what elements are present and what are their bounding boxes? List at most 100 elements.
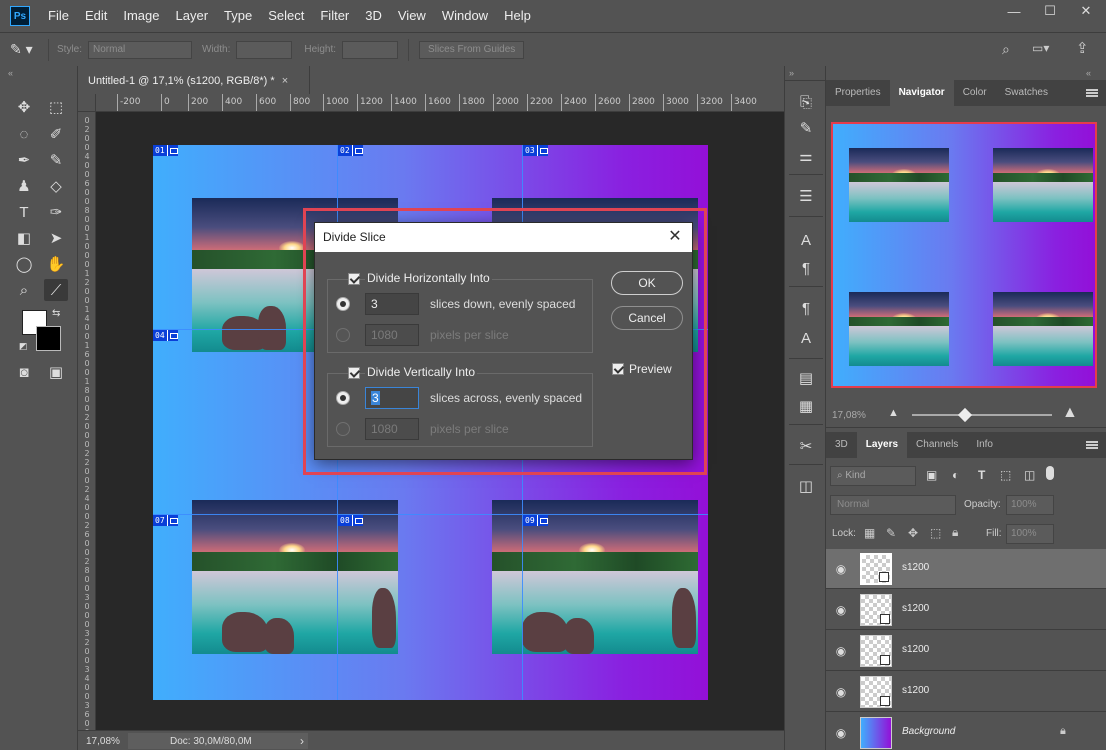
tool-presets-icon[interactable]: ✂ [794,436,818,456]
share-icon[interactable]: ⇪ [1076,39,1089,57]
menu-help[interactable]: Help [496,0,539,32]
move-tool-icon[interactable]: ✥ [12,96,36,118]
collapse-icon[interactable]: « [8,68,13,78]
quick-mask-icon[interactable]: ◙ [12,361,36,383]
layer-row[interactable]: ◉ s1200 [826,672,1106,712]
eraser-tool-icon[interactable]: ◇ [44,175,68,197]
zoom-out-icon[interactable]: ▲ [888,407,899,419]
navigator-preview[interactable] [831,122,1097,388]
ruler-origin[interactable] [78,94,96,112]
filter-shape-icon[interactable]: ⬚ [1000,468,1011,482]
marquee-tool-icon[interactable]: ⬚ [44,96,68,118]
pen-tool-icon[interactable]: ✑ [44,201,68,223]
style-select[interactable]: Normal [88,40,193,59]
brush-tool-icon[interactable]: ✎ [44,149,68,171]
document-tab[interactable]: Untitled-1 @ 17,1% (s1200, RGB/8*) * × [78,66,310,94]
slice-tag[interactable]: 04 [153,330,178,341]
lock-pixels-icon[interactable]: ✎ [886,526,896,540]
panel-menu-icon[interactable] [1086,89,1098,97]
slice-tag[interactable]: 09 [523,515,548,526]
layer-row[interactable]: ◉ Background 🔒︎ [826,713,1106,750]
tab-navigator[interactable]: Navigator [889,80,954,106]
character-icon[interactable]: A [794,230,818,250]
vertical-ruler[interactable]: 0200400600800100012001400160018002000220… [78,112,96,730]
menu-view[interactable]: View [390,0,434,32]
width-field[interactable] [236,40,293,59]
search-icon[interactable]: ⌕ [1002,41,1010,58]
menu-3d[interactable]: 3D [357,0,390,32]
slice-tag[interactable]: 02 [338,145,363,156]
slice-tag[interactable]: 01 [153,145,178,156]
menu-select[interactable]: Select [260,0,312,32]
menu-filter[interactable]: Filter [312,0,357,32]
expand-icon[interactable]: » [789,68,794,78]
lock-position-icon[interactable]: ✥ [908,526,918,540]
eyedropper-tool-icon[interactable]: ✒ [12,149,36,171]
horizontal-ruler[interactable]: -200 0 200 400 600 800 1000 1200 1400 16… [96,94,784,112]
notes-icon[interactable]: ▦ [794,396,818,416]
libraries-icon[interactable]: ▤ [794,368,818,388]
height-field[interactable] [342,40,399,59]
history-icon[interactable]: ⎘ [794,92,818,112]
layer-row[interactable]: ◉ s1200 [826,549,1106,589]
path-select-tool-icon[interactable]: ➤ [44,227,68,249]
slice-tag[interactable]: 07 [153,515,178,526]
character-styles-icon[interactable]: ¶ [794,298,818,318]
layers-menu-icon[interactable] [1086,441,1098,449]
zoom-in-icon[interactable]: ▲ [1062,404,1078,422]
zoom-tool-icon[interactable]: ⌕ [12,279,36,301]
menu-layer[interactable]: Layer [168,0,217,32]
filter-pixel-icon[interactable]: ▣ [926,468,937,482]
hand-tool-icon[interactable]: ✋ [44,253,68,275]
workspace-icon[interactable]: ▭▾ [1032,41,1049,55]
menu-window[interactable]: Window [434,0,496,32]
menu-image[interactable]: Image [115,0,167,32]
gradient-tool-icon[interactable]: ◧ [12,227,36,249]
menu-file[interactable]: File [40,0,77,32]
filter-adjustment-icon[interactable]: ◐ [952,468,959,482]
layer-row[interactable]: ◉ s1200 [826,631,1106,671]
visibility-eye-icon[interactable]: ◉ [834,644,848,658]
maximize-button[interactable]: ☐ [1032,0,1068,22]
tab-color[interactable]: Color [954,80,996,106]
close-document-icon[interactable]: × [282,75,288,87]
type-tool-icon[interactable]: T [12,201,36,223]
default-colors-icon[interactable]: ◩ [19,341,28,352]
status-menu-arrow[interactable]: › [300,734,304,748]
swap-colors-icon[interactable]: ⇆ [52,308,60,319]
layer-filter-select[interactable]: ⌕ Kind [830,466,916,486]
slice-tag[interactable]: 08 [338,515,363,526]
fill-field[interactable]: 100% [1006,524,1054,544]
lock-all-icon[interactable]: 🔒︎ [952,525,958,540]
lock-transparent-icon[interactable]: ▦ [864,526,875,540]
paragraph-icon[interactable]: ¶ [794,258,818,278]
blend-mode-select[interactable]: Normal [830,495,956,515]
slices-from-guides-button[interactable]: Slices From Guides [419,40,525,59]
brush-settings-icon[interactable]: ✎ [794,118,818,138]
navigator-zoom-value[interactable]: 17,08% [832,410,866,421]
menu-edit[interactable]: Edit [77,0,115,32]
adjustments-icon[interactable]: ⚌ [794,146,818,166]
filter-type-icon[interactable]: T [978,468,985,482]
slice-tool-preset-icon[interactable]: ✎ ▾ [10,41,48,58]
tab-info[interactable]: Info [967,432,1002,458]
close-window-button[interactable]: ✕ [1068,0,1104,22]
layer-comps-icon[interactable]: ◫ [794,476,818,496]
tab-3d[interactable]: 3D [826,432,857,458]
background-color-swatch[interactable] [36,326,61,351]
lock-artboard-icon[interactable]: ⬚ [930,526,941,540]
stamp-tool-icon[interactable]: ♟ [12,175,36,197]
tab-swatches[interactable]: Swatches [996,80,1057,106]
zoom-slider-track[interactable] [912,414,1052,416]
visibility-eye-icon[interactable]: ◉ [834,562,848,576]
visibility-eye-icon[interactable]: ◉ [834,685,848,699]
tab-layers[interactable]: Layers [856,432,908,458]
slice-tag[interactable]: 03 [523,145,548,156]
menu-type[interactable]: Type [216,0,260,32]
slice-tool-icon[interactable]: ⟋ [44,279,68,301]
screen-mode-icon[interactable]: ▣ [44,361,68,383]
quick-select-tool-icon[interactable]: ✐ [44,123,68,145]
lasso-tool-icon[interactable]: ◌ [12,123,36,145]
collapse-panels-icon[interactable]: « [1086,68,1091,78]
minimize-button[interactable]: — [996,0,1032,22]
